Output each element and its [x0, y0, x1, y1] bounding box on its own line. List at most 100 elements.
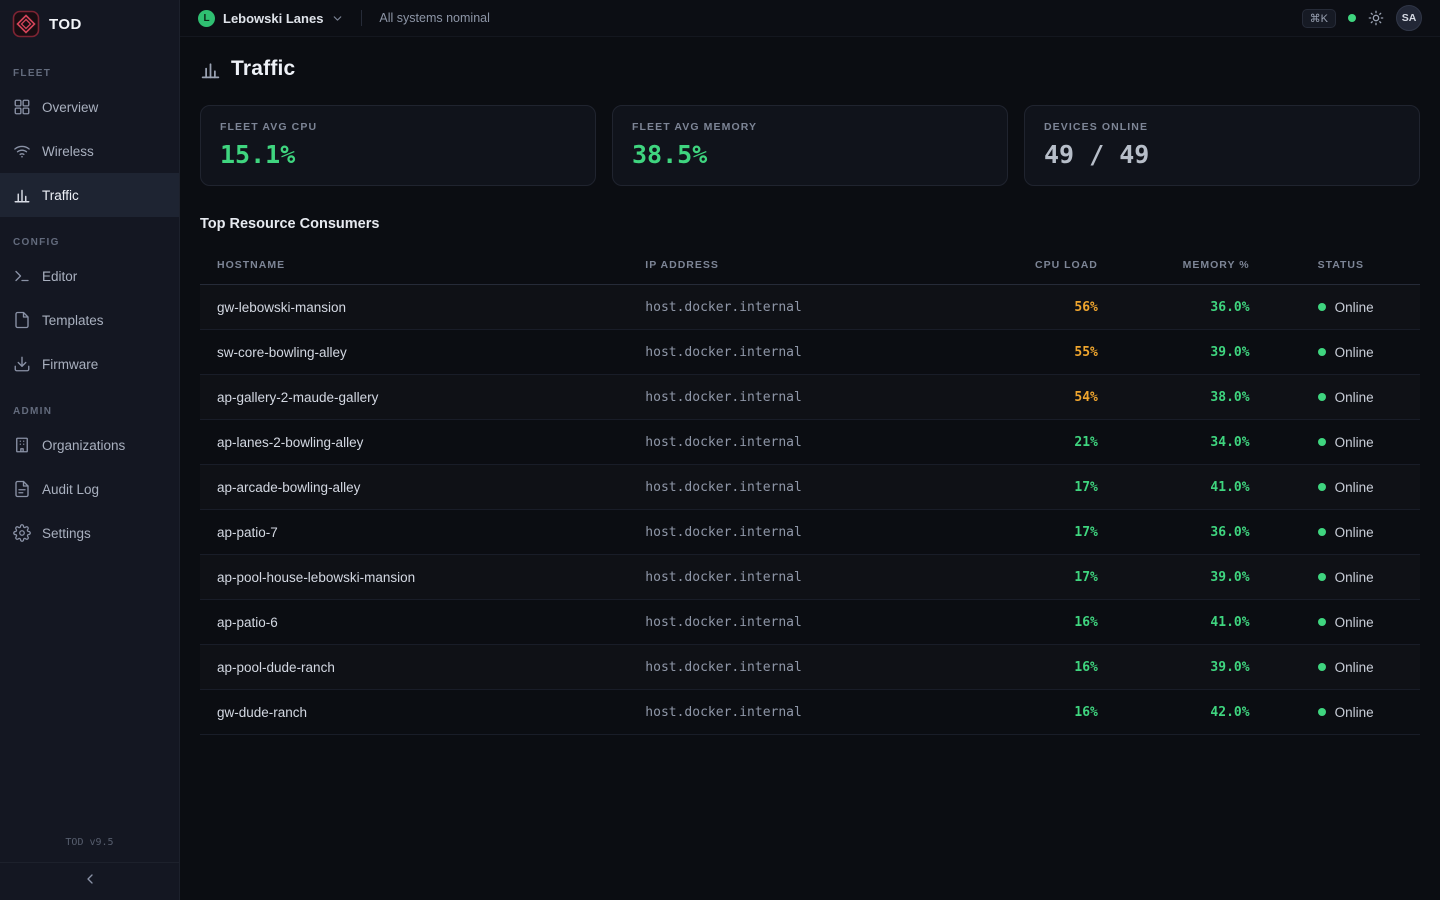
stat-card-devices-online: DEVICES ONLINE49 / 49 — [1024, 105, 1420, 186]
cpu-load-cell: 54% — [962, 390, 1108, 405]
table-row-ap-patio-6[interactable]: ap-patio-6host.docker.internal16%41.0%On… — [200, 600, 1420, 645]
org-switcher[interactable]: L Lebowski Lanes — [198, 10, 344, 27]
cpu-load-cell: 21% — [962, 435, 1108, 450]
sidebar-item-traffic[interactable]: Traffic — [0, 173, 179, 217]
online-status-dot — [1318, 483, 1326, 491]
memory-cell: 39.0% — [1109, 570, 1274, 585]
table-row-ap-gallery-2-maude-gallery[interactable]: ap-gallery-2-maude-galleryhost.docker.in… — [200, 375, 1420, 420]
hostname-cell: ap-pool-house-lebowski-mansion — [200, 570, 645, 585]
wifi-icon — [13, 142, 31, 160]
ip-address-cell: host.docker.internal — [645, 570, 962, 585]
column-header-cpu-load: CPU LOAD — [962, 259, 1108, 271]
status-label: Online — [1335, 615, 1374, 630]
column-header-status: STATUS — [1274, 259, 1420, 271]
user-avatar[interactable]: SA — [1396, 5, 1422, 31]
sidebar-item-wireless[interactable]: Wireless — [0, 129, 179, 173]
app-root: TOD FLEETOverviewWirelessTrafficCONFIGEd… — [0, 0, 1440, 900]
cpu-load-cell: 16% — [962, 705, 1108, 720]
table-row-ap-lanes-2-bowling-alley[interactable]: ap-lanes-2-bowling-alleyhost.docker.inte… — [200, 420, 1420, 465]
ip-address-cell: host.docker.internal — [645, 615, 962, 630]
app-logo[interactable]: TOD — [0, 0, 179, 48]
sidebar-section-label-fleet: FLEET — [0, 68, 179, 79]
ip-address-cell: host.docker.internal — [645, 480, 962, 495]
memory-cell: 41.0% — [1109, 480, 1274, 495]
sidebar-item-label: Wireless — [42, 144, 94, 159]
hostname-cell: gw-dude-ranch — [200, 705, 645, 720]
stat-label: FLEET AVG CPU — [220, 121, 576, 133]
sidebar-item-overview[interactable]: Overview — [0, 85, 179, 129]
status-label: Online — [1335, 660, 1374, 675]
memory-cell: 34.0% — [1109, 435, 1274, 450]
hostname-cell: ap-gallery-2-maude-gallery — [200, 390, 645, 405]
download-icon — [13, 355, 31, 373]
online-status-dot — [1318, 393, 1326, 401]
online-status-dot — [1318, 618, 1326, 626]
sidebar-item-label: Overview — [42, 100, 98, 115]
main-area: L Lebowski Lanes All systems nominal ⌘K … — [180, 0, 1440, 900]
table-row-ap-patio-7[interactable]: ap-patio-7host.docker.internal17%36.0%On… — [200, 510, 1420, 555]
theme-toggle-button[interactable] — [1368, 10, 1384, 26]
ip-address-cell: host.docker.internal — [645, 390, 962, 405]
online-status-dot — [1318, 528, 1326, 536]
column-header-memory: MEMORY % — [1109, 259, 1274, 271]
sidebar-collapse-button[interactable] — [0, 862, 179, 900]
status-label: Online — [1335, 480, 1374, 495]
cpu-load-cell: 17% — [962, 525, 1108, 540]
health-indicator-dot — [1348, 14, 1356, 22]
table-row-sw-core-bowling-alley[interactable]: sw-core-bowling-alleyhost.docker.interna… — [200, 330, 1420, 375]
table-row-ap-arcade-bowling-alley[interactable]: ap-arcade-bowling-alleyhost.docker.inter… — [200, 465, 1420, 510]
sidebar-item-settings[interactable]: Settings — [0, 511, 179, 555]
table-row-ap-pool-house-lebowski-mansion[interactable]: ap-pool-house-lebowski-mansionhost.docke… — [200, 555, 1420, 600]
cpu-load-cell: 16% — [962, 615, 1108, 630]
building-icon — [13, 436, 31, 454]
online-status-dot — [1318, 438, 1326, 446]
online-status-dot — [1318, 303, 1326, 311]
stats-row: FLEET AVG CPU15.1%FLEET AVG MEMORY38.5%D… — [200, 105, 1420, 186]
page-title: Traffic — [231, 57, 295, 81]
sidebar-item-label: Templates — [42, 313, 104, 328]
table-row-ap-pool-dude-ranch[interactable]: ap-pool-dude-ranchhost.docker.internal16… — [200, 645, 1420, 690]
top-consumers-table: HOSTNAMEIP ADDRESSCPU LOADMEMORY %STATUS… — [200, 245, 1420, 735]
column-header-ip-address: IP ADDRESS — [645, 259, 962, 271]
status-cell: Online — [1274, 480, 1420, 495]
sidebar-item-organizations[interactable]: Organizations — [0, 423, 179, 467]
sidebar-item-label: Audit Log — [42, 482, 99, 497]
online-status-dot — [1318, 708, 1326, 716]
cpu-load-cell: 17% — [962, 570, 1108, 585]
memory-cell: 36.0% — [1109, 525, 1274, 540]
cpu-load-cell: 16% — [962, 660, 1108, 675]
memory-cell: 39.0% — [1109, 345, 1274, 360]
bar-chart-icon — [13, 186, 31, 204]
table-title: Top Resource Consumers — [200, 216, 1420, 232]
cpu-load-cell: 56% — [962, 300, 1108, 315]
grid-icon — [13, 98, 31, 116]
ip-address-cell: host.docker.internal — [645, 435, 962, 450]
table-row-gw-lebowski-mansion[interactable]: gw-lebowski-mansionhost.docker.internal5… — [200, 285, 1420, 330]
memory-cell: 41.0% — [1109, 615, 1274, 630]
sidebar-item-editor[interactable]: Editor — [0, 254, 179, 298]
table-header-row: HOSTNAMEIP ADDRESSCPU LOADMEMORY %STATUS — [200, 245, 1420, 285]
hostname-cell: ap-lanes-2-bowling-alley — [200, 435, 645, 450]
page-content: Traffic FLEET AVG CPU 15.1% FLEET AVG MEMO… — [180, 37, 1440, 735]
online-status-dot — [1318, 348, 1326, 356]
status-label: Online — [1335, 570, 1374, 585]
table-body: gw-lebowski-mansionhost.docker.internal5… — [200, 285, 1420, 735]
sidebar-item-templates[interactable]: Templates — [0, 298, 179, 342]
memory-cell: 36.0% — [1109, 300, 1274, 315]
sidebar-item-label: Editor — [42, 269, 77, 284]
ip-address-cell: host.docker.internal — [645, 300, 962, 315]
table-row-gw-dude-ranch[interactable]: gw-dude-ranchhost.docker.internal16%42.0… — [200, 690, 1420, 735]
stat-label: FLEET AVG MEMORY — [632, 121, 988, 133]
app-version: TOD v9.5 — [0, 827, 179, 862]
stat-value: 15.1% — [220, 140, 576, 169]
sidebar-item-audit-log[interactable]: Audit Log — [0, 467, 179, 511]
status-label: Online — [1335, 300, 1374, 315]
tod-logo-icon — [12, 10, 40, 38]
chevron-left-icon — [82, 871, 98, 892]
online-status-dot — [1318, 573, 1326, 581]
online-status-dot — [1318, 663, 1326, 671]
sidebar-item-firmware[interactable]: Firmware — [0, 342, 179, 386]
status-cell: Online — [1274, 525, 1420, 540]
hostname-cell: ap-arcade-bowling-alley — [200, 480, 645, 495]
command-palette-shortcut[interactable]: ⌘K — [1302, 9, 1336, 28]
